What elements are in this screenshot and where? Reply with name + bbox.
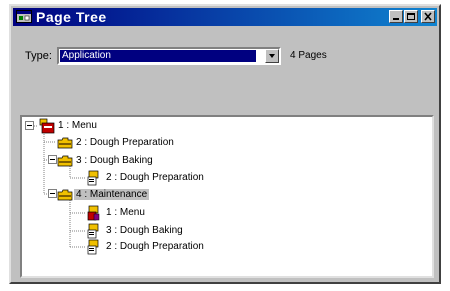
type-dropdown-value: Application — [60, 50, 256, 62]
tree-node-label: 1 : Menu — [106, 207, 145, 218]
folder-icon — [56, 135, 74, 154]
tree-node-label: 2 : Dough Preparation — [76, 137, 174, 148]
app-window-icon — [16, 10, 32, 23]
folder-icon — [56, 187, 74, 206]
type-dropdown[interactable]: Application — [57, 47, 281, 65]
menu-page-icon — [86, 205, 104, 224]
tree-node-label: 3 : Dough Baking — [106, 225, 183, 236]
page-tree-view[interactable]: 1 : Menu 2 : Dough Preparation 3 : Dough… — [20, 115, 434, 278]
chevron-down-icon[interactable] — [265, 49, 279, 63]
tree-node-label: 1 : Menu — [58, 120, 97, 131]
folder-icon — [56, 153, 74, 172]
maximize-button[interactable] — [404, 10, 418, 23]
tree-node-label: 2 : Dough Preparation — [106, 172, 204, 183]
minimize-button[interactable] — [389, 10, 403, 23]
menu-page-icon — [38, 118, 56, 137]
tree-node-label: 2 : Dough Preparation — [106, 241, 204, 252]
type-label: Type: — [25, 50, 52, 62]
tree-node-label: 3 : Dough Baking — [76, 155, 153, 166]
close-button[interactable] — [421, 10, 435, 23]
title-bar[interactable]: Page Tree — [13, 8, 437, 26]
page-icon — [86, 170, 104, 189]
collapse-toggle-root[interactable] — [25, 121, 34, 130]
page-icon — [86, 239, 104, 258]
page-tree-window: Page Tree Type: Application 4 Pages 1: … — [9, 4, 441, 284]
window-title: Page Tree — [36, 9, 107, 25]
tree-node-label: 4 : Maintenance — [74, 189, 150, 200]
pages-count: 4 Pages — [290, 50, 327, 61]
